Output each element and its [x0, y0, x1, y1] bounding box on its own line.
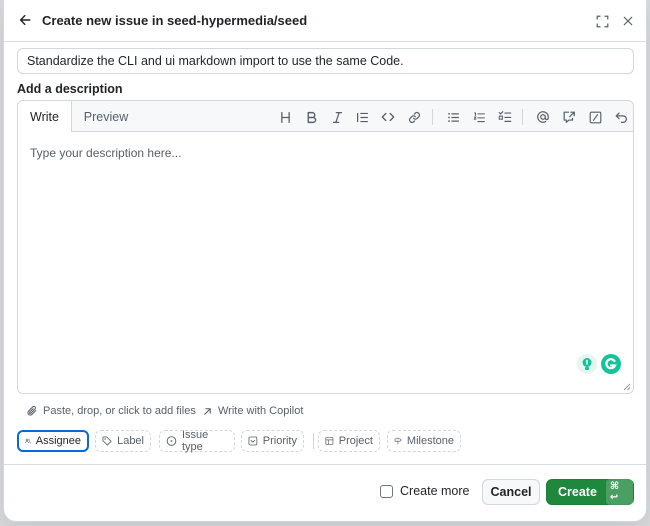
- create-button-label: Create: [558, 485, 597, 499]
- description-textarea[interactable]: [18, 132, 633, 393]
- create-more-checkbox[interactable]: Create more: [380, 484, 469, 498]
- dialog-title: Create new issue in seed-hypermedia/seed: [42, 13, 308, 28]
- mention-button[interactable]: [533, 107, 553, 127]
- project-button[interactable]: Project: [318, 430, 380, 452]
- mention-icon: [537, 111, 549, 123]
- priority-button[interactable]: Priority: [241, 430, 304, 452]
- lightbulb-icon: [577, 354, 597, 374]
- footer-divider: [4, 464, 646, 465]
- issue-type-button[interactable]: Issue type: [159, 429, 235, 453]
- issue-title-input[interactable]: [17, 48, 634, 74]
- quote-button[interactable]: [352, 107, 372, 127]
- cancel-button[interactable]: Cancel: [482, 479, 540, 505]
- bold-icon: [307, 111, 316, 123]
- issue-type-label: Issue type: [182, 429, 209, 453]
- create-more-label: Create more: [400, 484, 470, 498]
- link-icon: [408, 111, 420, 123]
- write-with-copilot-button[interactable]: Write with Copilot: [202, 405, 303, 417]
- arrow-left-icon: [19, 14, 31, 26]
- assignee-button[interactable]: Assignee: [17, 430, 89, 452]
- fullscreen-icon: [596, 15, 608, 27]
- checkbox-box[interactable]: [380, 484, 393, 498]
- copilot-label: Write with Copilot: [218, 405, 304, 417]
- paperclip-icon: [27, 405, 37, 416]
- tab-preview[interactable]: Preview: [74, 101, 138, 132]
- dialog-header: Create new issue in seed-hypermedia/seed: [4, 0, 646, 42]
- assignee-label: Assignee: [35, 435, 81, 447]
- people-icon: [25, 438, 31, 444]
- chip-divider: [313, 433, 314, 449]
- priority-label: Priority: [262, 435, 297, 447]
- issue-type-icon: [166, 436, 177, 446]
- unordered-list-icon: [447, 112, 459, 122]
- heading-button[interactable]: [275, 107, 295, 127]
- create-issue-dialog: Create new issue in seed-hypermedia/seed…: [4, 0, 646, 521]
- toolbar-divider: [432, 109, 433, 125]
- editor-toolbar: Write Preview: [18, 101, 633, 133]
- project-label: Project: [338, 435, 373, 447]
- attach-files-button[interactable]: Paste, drop, or click to add files: [26, 405, 196, 417]
- bold-button[interactable]: [301, 107, 321, 127]
- fullscreen-button[interactable]: [592, 11, 612, 31]
- description-label: Add a description: [17, 82, 123, 96]
- attach-files-label: Paste, drop, or click to add files: [43, 405, 196, 417]
- table-icon: [325, 437, 334, 445]
- grammarly-icon: [601, 354, 621, 374]
- description-editor: Write Preview: [17, 100, 634, 394]
- quote-icon: [356, 112, 368, 122]
- create-button[interactable]: Create ⌘ ↩: [546, 479, 634, 505]
- ordered-list-button[interactable]: [469, 107, 489, 127]
- slash-command-icon: [589, 111, 601, 123]
- close-icon: [623, 16, 633, 26]
- italic-icon: [332, 111, 342, 123]
- label-label: Label: [117, 435, 144, 447]
- tag-icon: [102, 436, 112, 446]
- grammarly-widget[interactable]: [576, 353, 622, 377]
- undo-button[interactable]: [611, 107, 631, 127]
- task-list-icon: [498, 111, 512, 122]
- code-icon: [381, 112, 395, 122]
- tab-write[interactable]: Write: [18, 101, 72, 133]
- italic-button[interactable]: [327, 107, 347, 127]
- milestone-icon: [394, 437, 402, 445]
- milestone-label: Milestone: [406, 435, 454, 447]
- milestone-button[interactable]: Milestone: [387, 430, 461, 452]
- cross-reference-icon: [563, 111, 575, 123]
- resize-grip-icon[interactable]: [623, 383, 631, 391]
- toolbar-divider: [522, 109, 523, 125]
- label-button[interactable]: Label: [95, 430, 151, 452]
- cross-reference-button[interactable]: [559, 107, 579, 127]
- unordered-list-button[interactable]: [443, 107, 463, 127]
- arrow-up-right-icon: [204, 407, 211, 415]
- ordered-list-icon: [472, 112, 485, 122]
- slash-command-button[interactable]: [585, 107, 605, 127]
- header-divider: [4, 41, 646, 42]
- link-button[interactable]: [404, 107, 424, 127]
- back-button[interactable]: [14, 9, 36, 31]
- code-button[interactable]: [378, 107, 398, 127]
- priority-dropdown-icon: [248, 436, 258, 446]
- task-list-button[interactable]: [495, 107, 515, 127]
- keyboard-shortcut-badge: ⌘ ↩: [605, 479, 633, 505]
- close-button[interactable]: [618, 11, 638, 31]
- undo-icon: [615, 111, 627, 123]
- heading-icon: [280, 111, 290, 123]
